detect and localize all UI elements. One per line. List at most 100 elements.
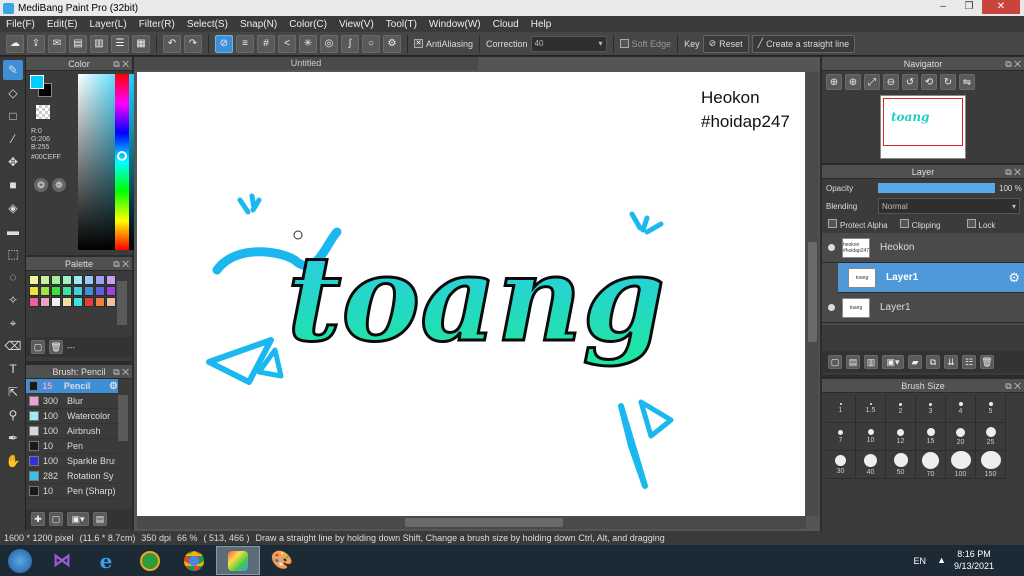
start-button[interactable] (0, 546, 40, 575)
brush-item[interactable]: 100 Sparkle Brush (26, 454, 118, 469)
layer-properties-icon[interactable]: ☷ (962, 355, 976, 369)
brush-tool-icon[interactable]: ✎ (3, 60, 23, 80)
fit-screen-icon[interactable]: ⤢ (864, 74, 880, 90)
palette-swatch[interactable] (51, 297, 61, 307)
redo-icon[interactable]: ↷ (184, 34, 202, 53)
panel-controls-icon[interactable]: ⧉ ✕ (113, 365, 129, 379)
cloud-icon[interactable]: ☁ (6, 34, 24, 53)
shape-fill-tool-icon[interactable]: ■ (3, 175, 23, 195)
brush-item[interactable]: 300 Blur (26, 394, 118, 409)
brush-size-cell[interactable]: 1.5 (856, 395, 886, 423)
dotted-brush-tool-icon[interactable]: ⁄ (3, 129, 23, 149)
color-set-icon[interactable]: ❁ (52, 178, 66, 192)
menu-snap[interactable]: Snap(N) (234, 19, 283, 30)
circle-snap-icon[interactable]: ○ (362, 34, 380, 53)
palette-swatch[interactable] (40, 275, 50, 285)
operation-tool-icon[interactable]: ⇱ (3, 382, 23, 402)
brush-item[interactable]: 100 Watercolor (26, 409, 118, 424)
palette-swatch[interactable] (40, 286, 50, 296)
move-tool-icon[interactable]: ✥ (3, 152, 23, 172)
layer-type-menu-icon[interactable]: ▣▾ (882, 355, 904, 369)
curve-snap-icon[interactable]: ∫ (341, 34, 359, 53)
blending-dropdown[interactable]: Normal ▾ (878, 198, 1020, 214)
flip-icon[interactable]: ⇋ (959, 74, 975, 90)
brush-item[interactable]: 10 Pen (26, 439, 118, 454)
new-folder-icon[interactable]: ▰ (908, 355, 922, 369)
menu-file[interactable]: File(F) (0, 19, 41, 30)
menu-select[interactable]: Select(S) (181, 19, 234, 30)
parallel-snap-icon[interactable]: ≡ (236, 34, 254, 53)
brush-size-cell[interactable]: 3 (916, 395, 946, 423)
navigator-preview[interactable]: toang (880, 95, 966, 159)
layer-row[interactable]: toang Layer1 (822, 293, 1024, 323)
vertical-scrollbar[interactable] (806, 72, 819, 516)
brush-scrollbar[interactable] (118, 395, 128, 441)
zoom-in-alt-icon[interactable]: ⊕ (845, 74, 861, 90)
gradient-tool-icon[interactable]: ▬ (3, 221, 23, 241)
rotate-right-icon[interactable]: ↻ (940, 74, 956, 90)
drawing-canvas[interactable]: Heokon #hoidap247 toang (137, 72, 805, 516)
brush-item[interactable]: 15 Pencil ⚙ (26, 379, 118, 394)
menu-cloud[interactable]: Cloud (487, 19, 525, 30)
palette-swatch[interactable] (84, 297, 94, 307)
panel-controls-icon[interactable]: ⧉ ✕ (113, 257, 129, 271)
palette-scrollbar[interactable] (117, 281, 127, 325)
color-swatches[interactable] (30, 75, 52, 97)
palette-swatch[interactable] (73, 286, 83, 296)
close-button[interactable]: ✕ (982, 0, 1020, 14)
brush-settings-icon[interactable]: ▤ (93, 512, 107, 526)
language-indicator[interactable]: EN (913, 556, 926, 566)
eraser-tool-icon[interactable]: ◇ (3, 83, 23, 103)
list-icon[interactable]: ☰ (111, 34, 129, 53)
lasso-tool-icon[interactable]: ◌ (3, 267, 23, 287)
menu-edit[interactable]: Edit(E) (41, 19, 84, 30)
comment-icon[interactable]: ✉ (48, 34, 66, 53)
eyedropper-tool-icon[interactable]: ⚲ (3, 405, 23, 425)
brush-size-cell[interactable]: 20 (946, 423, 976, 451)
panel-controls-icon[interactable]: ⧉ ✕ (1005, 379, 1021, 393)
horizontal-scrollbar[interactable] (137, 516, 806, 529)
select-rect-tool-icon[interactable]: □ (3, 106, 23, 126)
zoom-out-icon[interactable]: ⊖ (883, 74, 899, 90)
select-eraser-tool-icon[interactable]: ⌫ (3, 336, 23, 356)
new-palette-icon[interactable]: ▢ (31, 340, 45, 354)
brush-size-cell[interactable]: 7 (826, 423, 856, 451)
rotate-left-icon[interactable]: ↺ (902, 74, 918, 90)
brush-size-cell[interactable]: 50 (886, 451, 916, 479)
opacity-slider[interactable] (878, 183, 995, 193)
clipping-checkbox[interactable]: Clipping (899, 218, 941, 230)
create-straight-line-button[interactable]: ╱ Create a straight line (751, 34, 856, 53)
new-halftone-layer-icon[interactable]: ▤ (846, 355, 860, 369)
brush-size-cell[interactable]: 30 (826, 451, 856, 479)
palette-swatch[interactable] (95, 286, 105, 296)
concentric-snap-icon[interactable]: ◎ (320, 34, 338, 53)
palette-swatch[interactable] (51, 286, 61, 296)
duplicate-layer-icon[interactable]: ⧉ (926, 355, 940, 369)
layer-row[interactable]: heokon #hoidap247 Heokon (822, 233, 1024, 263)
bucket-tool-icon[interactable]: ◈ (3, 198, 23, 218)
message-icon[interactable]: ▤ (69, 34, 87, 53)
share-icon[interactable]: ⇪ (27, 34, 45, 53)
undo-icon[interactable]: ↶ (163, 34, 181, 53)
cross-snap-icon[interactable]: # (257, 34, 275, 53)
brush-size-cell[interactable]: 4 (946, 395, 976, 423)
palette-swatch[interactable] (106, 275, 116, 285)
brush-size-cell[interactable]: 1 (826, 395, 856, 423)
tray-expand-icon[interactable]: ▲ (937, 555, 946, 565)
minimize-button[interactable]: – (930, 0, 956, 14)
zoom-in-icon[interactable]: ⊕ (826, 74, 842, 90)
menu-view[interactable]: View(V) (333, 19, 380, 30)
menu-help[interactable]: Help (525, 19, 558, 30)
hue-slider[interactable] (115, 74, 129, 250)
foreground-color-swatch[interactable] (30, 75, 44, 89)
snap-off-icon[interactable]: ⊘ (215, 34, 233, 53)
reset-button[interactable]: ⊘ Reset (702, 34, 749, 53)
antialiasing-checkbox[interactable]: ✕ AntiAliasing (414, 39, 473, 49)
menu-color[interactable]: Color(C) (283, 19, 333, 30)
pen-tool-icon[interactable]: ✒ (3, 428, 23, 448)
brush-size-cell[interactable]: 12 (886, 423, 916, 451)
palette-swatch[interactable] (29, 297, 39, 307)
brush-size-cell[interactable]: 150 (976, 451, 1006, 479)
layer-gear-icon[interactable]: ⚙ (1008, 270, 1020, 286)
eye-visibility-icon[interactable] (828, 304, 835, 311)
